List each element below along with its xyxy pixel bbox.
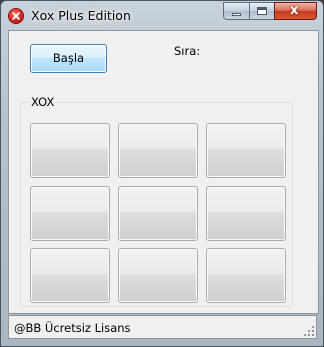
status-bar: @BB Ücretsiz Lisans [8, 315, 317, 339]
license-status-text: @BB Ücretsiz Lisans [14, 321, 131, 335]
app-error-icon [9, 9, 23, 23]
minimize-icon [232, 13, 241, 16]
close-button[interactable]: x [274, 2, 317, 20]
board-cell-5[interactable] [118, 186, 198, 241]
board-cell-7[interactable] [30, 248, 110, 303]
window-title: Xox Plus Edition [31, 8, 131, 23]
board-cell-2[interactable] [118, 123, 198, 178]
maximize-icon [257, 7, 267, 15]
title-bar[interactable]: Xox Plus Edition x [1, 1, 323, 31]
client-area: Başla Sıra: XOX [8, 30, 319, 314]
close-icon: x [290, 3, 299, 18]
board-cell-1[interactable] [30, 123, 110, 178]
board-cell-3[interactable] [206, 123, 286, 178]
resize-grip-icon[interactable] [303, 325, 314, 336]
board-group-title: XOX [29, 95, 57, 109]
caption-buttons: x [223, 2, 317, 21]
board-cell-9[interactable] [206, 248, 286, 303]
start-button[interactable]: Başla [30, 44, 107, 73]
board-cell-6[interactable] [206, 186, 286, 241]
maximize-button[interactable] [249, 2, 274, 20]
main-window: Xox Plus Edition x Başla Sıra: XOX @BB Ü… [0, 0, 324, 347]
minimize-button[interactable] [223, 2, 249, 20]
board-cell-4[interactable] [30, 186, 110, 241]
board-cell-8[interactable] [118, 248, 198, 303]
turn-label: Sıra: [174, 44, 201, 58]
